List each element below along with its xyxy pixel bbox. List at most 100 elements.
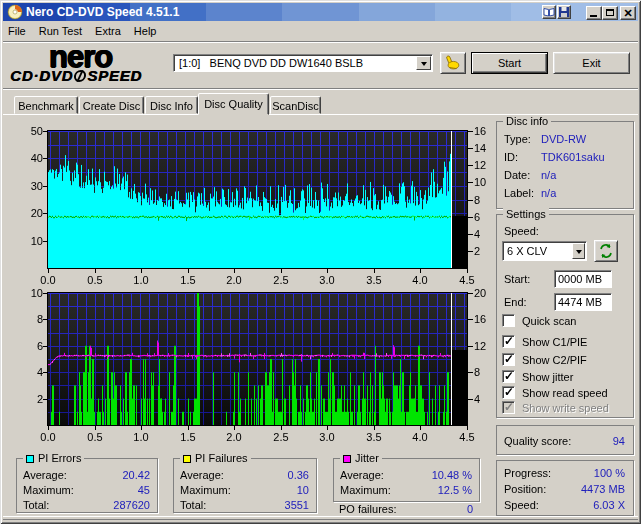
refresh-button[interactable] — [594, 240, 618, 262]
quality-score-group: Quality score: 94 — [496, 425, 634, 455]
tab-scandisc[interactable]: ScanDisc — [270, 96, 321, 114]
checkbox-label: Show write speed — [522, 402, 609, 414]
checkbox-label: Show C1/PIE — [522, 336, 587, 348]
refresh-icon — [598, 243, 614, 259]
axis-label: 0.0 — [36, 431, 60, 443]
disc-date-value: n/a — [541, 169, 556, 181]
app-window: Nero CD-DVD Speed 4.51.1 ✕ File Run Test… — [0, 0, 641, 524]
axis-label: 1.5 — [176, 431, 200, 443]
disc-label-value: n/a — [541, 187, 556, 199]
pi-errors-title: PI Errors — [23, 452, 84, 464]
position-value: 4473 MB — [555, 483, 625, 495]
disc-date-label: Date: — [504, 169, 530, 181]
axis-label: 1.5 — [176, 274, 200, 286]
check-icon: ✓ — [504, 352, 514, 366]
checkbox-label: Show C2/PIF — [522, 354, 587, 366]
progress-label: Progress: — [504, 467, 551, 479]
axis-label: 50 — [21, 125, 43, 137]
scan-start-input[interactable]: 0000 MB — [554, 270, 612, 288]
jitter-legend — [343, 455, 351, 463]
checkbox-label: Show read speed — [522, 387, 608, 399]
bottom-strip — [3, 516, 638, 520]
axis-label: 3.0 — [315, 274, 339, 286]
tab-create-disc[interactable]: Create Disc — [79, 96, 144, 114]
axis-label: 12 — [474, 340, 486, 352]
axis-label: 0.5 — [83, 274, 107, 286]
progress-group: Progress: 100 % Position: 4473 MB Speed:… — [496, 460, 634, 516]
settings-title: Settings — [503, 208, 549, 220]
tab-page-edge — [3, 114, 638, 115]
quality-score-value: 94 — [585, 435, 625, 447]
axis-label: 8 — [474, 194, 480, 206]
quality-score-label: Quality score: — [504, 435, 571, 447]
pi-failures-group: PI Failures Average: 0.36 Maximum: 10 To… — [173, 458, 317, 513]
axis-label: 10 — [21, 235, 43, 247]
check-icon: ✓ — [504, 334, 514, 348]
checkbox-show-jitter[interactable]: ✓ — [502, 370, 515, 383]
tab-benchmark[interactable]: Benchmark — [14, 96, 78, 114]
jitter-group: Jitter Average: 10.48 % Maximum: 12.5 % — [333, 458, 480, 502]
axis-label: 16 — [474, 313, 486, 325]
axis-label: 20 — [21, 207, 43, 219]
axis-label: 4.5 — [455, 431, 479, 443]
check-icon: ✓ — [504, 400, 514, 414]
axis-label: 3.5 — [362, 274, 386, 286]
checkbox-label: Quick scan — [522, 315, 576, 327]
axis-label: 10 — [474, 176, 486, 188]
chevron-down-icon — [576, 250, 582, 254]
disc-info-title: Disc info — [503, 115, 551, 127]
disc-label-label: Label: — [504, 187, 534, 199]
axis-label: 14 — [474, 142, 486, 154]
scan-end-value: 4474 MB — [558, 296, 602, 308]
axis-label: 40 — [21, 152, 43, 164]
axis-label: 2 — [21, 393, 43, 405]
axis-label: 16 — [474, 125, 486, 137]
po-failures-label: PO failures: — [339, 503, 396, 515]
po-failures-value: 0 — [420, 503, 473, 515]
checkbox-show-c2-pif[interactable]: ✓ — [502, 353, 515, 366]
axis-label: 2 — [474, 245, 480, 257]
check-icon: ✓ — [504, 369, 514, 383]
disc-info-group: Disc info Type: DVD-RW ID: TDK601saku Da… — [496, 121, 634, 209]
axis-label: 6 — [21, 340, 43, 352]
speed-stat-value: 6.03 X — [555, 499, 625, 511]
pi-failures-title: PI Failures — [180, 452, 251, 464]
axis-label: 10 — [21, 287, 43, 299]
speed-combo[interactable]: 6 X CLV — [502, 241, 587, 261]
tab-disc-info[interactable]: Disc Info — [145, 96, 198, 114]
axis-label: 4 — [474, 228, 480, 240]
checkbox-show-read-speed[interactable]: ✓ — [502, 386, 515, 399]
checkbox-show-c1-pie[interactable]: ✓ — [502, 335, 515, 348]
axis-label: 8 — [21, 313, 43, 325]
scan-end-input[interactable]: 4474 MB — [554, 293, 612, 311]
axis-label: 4.0 — [408, 274, 432, 286]
axis-label: 30 — [21, 180, 43, 192]
speed-dropdown-button[interactable] — [572, 243, 585, 259]
axis-label: 0.0 — [36, 274, 60, 286]
axis-label: 2.5 — [269, 274, 293, 286]
disc-id-value: TDK601saku — [541, 151, 605, 163]
axis-label: 12 — [474, 159, 486, 171]
scan-end-label: End: — [504, 296, 527, 308]
axis-label: 4 — [21, 366, 43, 378]
position-label: Position: — [504, 483, 546, 495]
checkbox-label: Show jitter — [522, 371, 573, 383]
speed-label: Speed: — [504, 225, 539, 237]
axis-label: 1.0 — [129, 274, 153, 286]
axis-label: 4.5 — [455, 274, 479, 286]
check-icon: ✓ — [504, 385, 514, 399]
disc-id-label: ID: — [504, 151, 518, 163]
axis-label: 1.0 — [129, 431, 153, 443]
speed-value: 6 X CLV — [507, 245, 547, 257]
scan-start-value: 0000 MB — [558, 273, 602, 285]
axis-label: 20 — [474, 287, 486, 299]
tab-disc-quality[interactable]: Disc Quality — [198, 93, 269, 115]
pi-errors-group: PI Errors Average: 20.42 Maximum: 45 Tot… — [16, 458, 158, 513]
checkbox-quick-scan[interactable] — [502, 314, 515, 327]
disc-type-label: Type: — [504, 133, 531, 145]
axis-label: 6 — [474, 211, 480, 223]
disc-type-value: DVD-RW — [541, 133, 586, 145]
axis-label: 4.0 — [408, 431, 432, 443]
axis-label: 4 — [474, 393, 480, 405]
checkbox-show-write-speed[interactable]: ✓ — [502, 401, 515, 414]
